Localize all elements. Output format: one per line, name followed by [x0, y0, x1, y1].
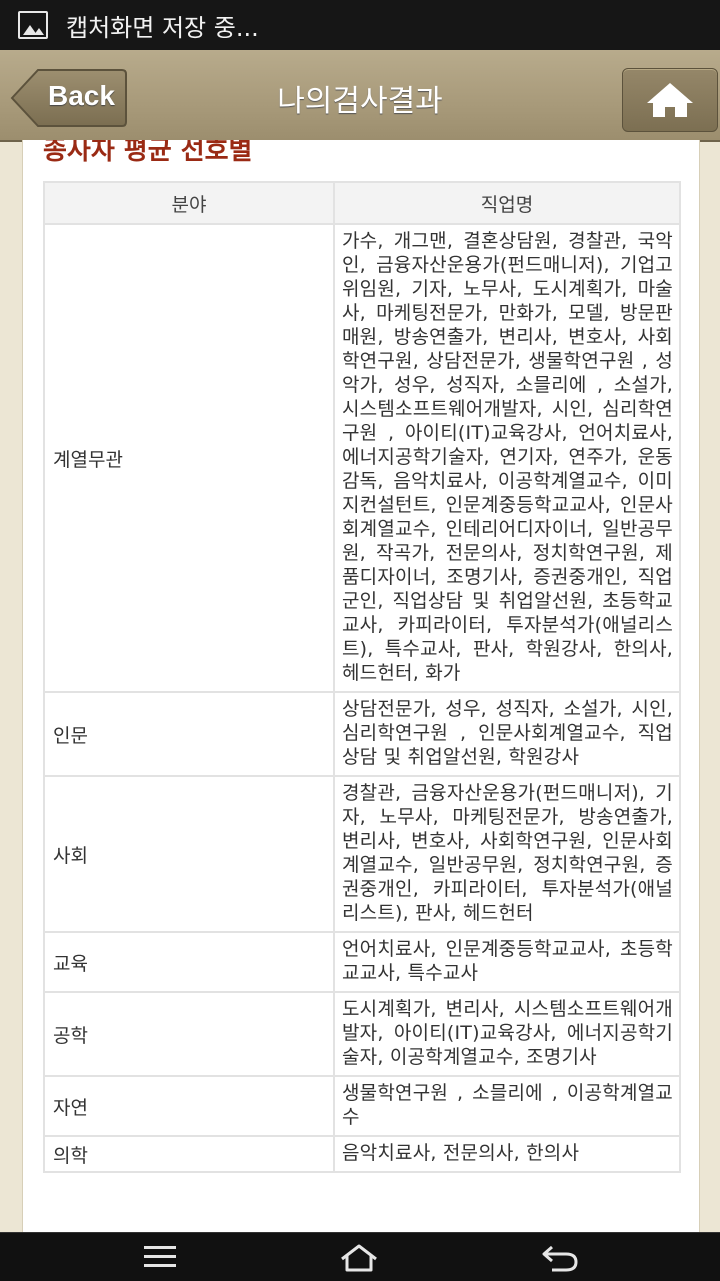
header-jobs: 직업명 — [333, 181, 681, 225]
status-bar: 캡처화면 저장 중... — [0, 0, 720, 50]
row-field: 인문 — [43, 691, 335, 777]
home-outline-icon[interactable] — [338, 1243, 380, 1273]
back-arrow-icon[interactable] — [540, 1243, 580, 1273]
table-row: 계열무관 가수, 개그맨, 결혼상담원, 경찰관, 국악인, 금융자산운용가(펀… — [43, 223, 681, 693]
row-jobs: 가수, 개그맨, 결혼상담원, 경찰관, 국악인, 금융자산운용가(펀드매니저)… — [333, 223, 681, 693]
row-jobs: 상담전문가, 성우, 성직자, 소설가, 시인, 심리학연구원 , 인문사회계열… — [333, 691, 681, 777]
table-row: 사회 경찰관, 금융자산운용가(펀드매니저), 기자, 노무사, 마케팅전문가,… — [43, 775, 681, 933]
row-field: 공학 — [43, 991, 335, 1077]
table-row: 교육 언어치료사, 인문계중등학교교사, 초등학교교사, 특수교사 — [43, 931, 681, 993]
image-icon — [18, 11, 48, 39]
table-row: 공학 도시계획가, 변리사, 시스템소프트웨어개발자, 아이티(IT)교육강사,… — [43, 991, 681, 1077]
system-nav-bar — [0, 1232, 720, 1281]
row-jobs: 언어치료사, 인문계중등학교교사, 초등학교교사, 특수교사 — [333, 931, 681, 993]
row-field: 의학 — [43, 1135, 335, 1173]
table-row: 자연 생물학연구원 , 소믈리에 , 이공학계열교수 — [43, 1075, 681, 1137]
row-jobs: 음악치료사, 전문의사, 한의사 — [333, 1135, 681, 1173]
menu-icon[interactable] — [142, 1243, 178, 1271]
row-field: 자연 — [43, 1075, 335, 1137]
row-field: 사회 — [43, 775, 335, 933]
row-field: 계열무관 — [43, 223, 335, 693]
home-button[interactable] — [622, 68, 718, 132]
home-icon — [647, 83, 693, 117]
status-notification-text: 캡처화면 저장 중... — [66, 13, 259, 42]
row-jobs: 경찰관, 금융자산운용가(펀드매니저), 기자, 노무사, 마케팅전문가, 방송… — [333, 775, 681, 933]
table-header-row: 분야 직업명 — [43, 181, 681, 225]
app-header: Back 나의검사결과 — [0, 50, 720, 142]
section-title: 종사자 평균 선호별 — [43, 140, 253, 166]
row-jobs: 생물학연구원 , 소믈리에 , 이공학계열교수 — [333, 1075, 681, 1137]
row-jobs: 도시계획가, 변리사, 시스템소프트웨어개발자, 아이티(IT)교육강사, 에너… — [333, 991, 681, 1077]
page-title: 나의검사결과 — [277, 84, 443, 119]
header-field: 분야 — [43, 181, 335, 225]
row-field: 교육 — [43, 931, 335, 993]
table-row: 의학 음악치료사, 전문의사, 한의사 — [43, 1135, 681, 1173]
table-row: 인문 상담전문가, 성우, 성직자, 소설가, 시인, 심리학연구원 , 인문사… — [43, 691, 681, 777]
result-table: 분야 직업명 계열무관 가수, 개그맨, 결혼상담원, 경찰관, 국악인, 금융… — [43, 181, 681, 1173]
content-area: 종사자 평균 선호별 분야 직업명 계열무관 가수, 개그맨, 결혼상담원, 경… — [22, 140, 700, 1232]
